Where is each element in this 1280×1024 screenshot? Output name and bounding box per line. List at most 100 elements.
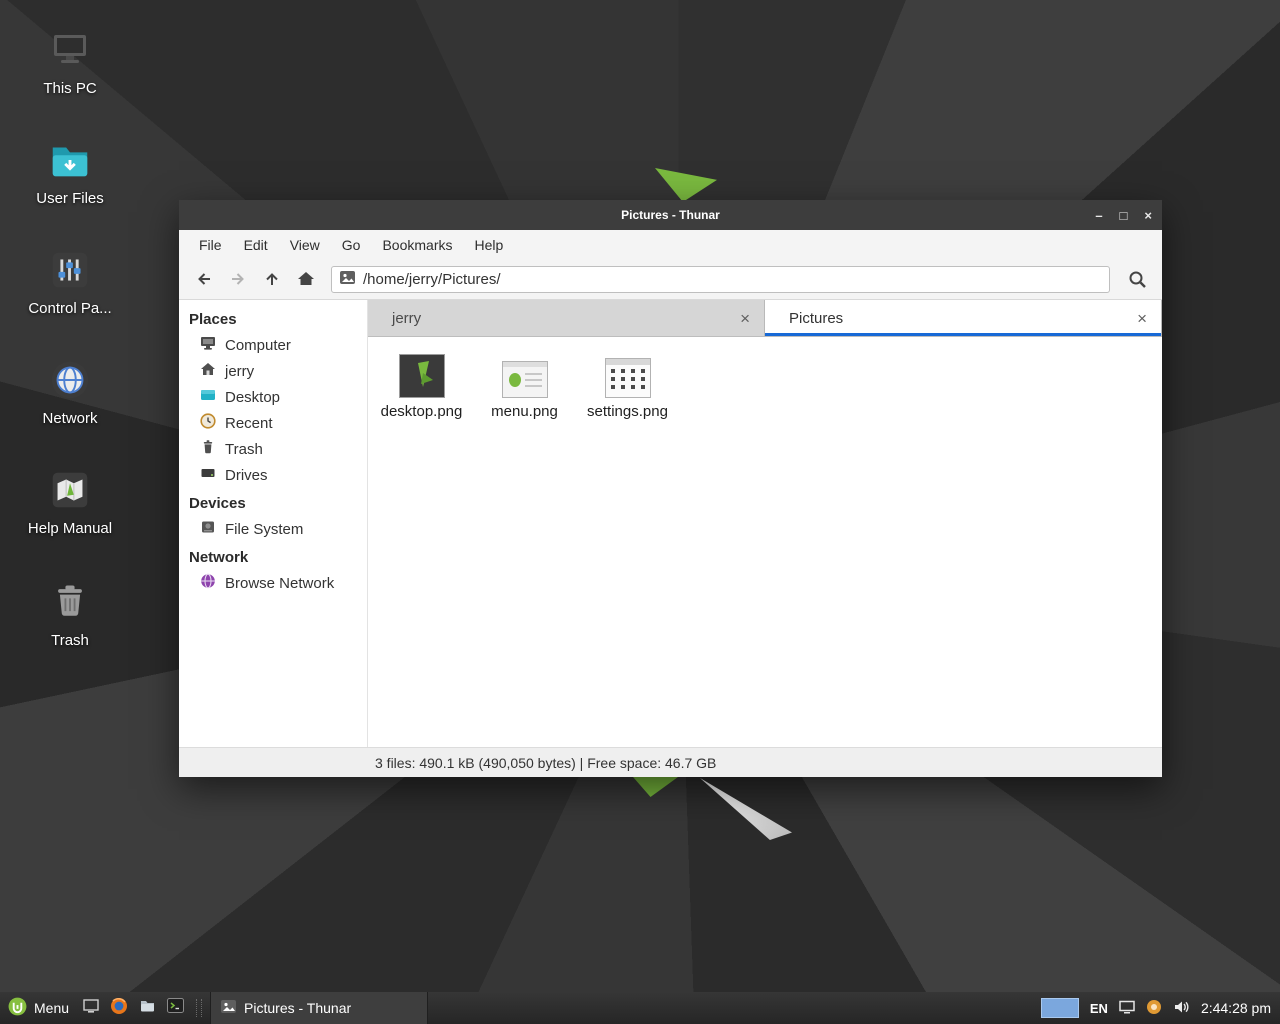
taskbar-separator (196, 999, 202, 1017)
back-button[interactable] (187, 264, 221, 294)
desktop-icon-help-manual[interactable]: Help Manual (22, 464, 118, 537)
search-icon[interactable] (1120, 264, 1154, 294)
sidebar-header-devices: Devices (179, 488, 367, 516)
control-panel-icon (22, 244, 118, 296)
sidebar-header-network: Network (179, 542, 367, 570)
tab-bar: jerry × Pictures × (368, 300, 1162, 337)
sidebar-item-home[interactable]: jerry (179, 358, 367, 384)
mint-logo-icon (8, 997, 27, 1019)
keyboard-layout-indicator[interactable]: EN (1090, 1001, 1108, 1016)
desktop-icon-trash[interactable]: Trash (22, 576, 118, 649)
taskbar-window-label: Pictures - Thunar (244, 1000, 351, 1016)
sidebar-item-label: Drives (225, 467, 268, 484)
window-title: Pictures - Thunar (621, 208, 720, 222)
thunar-window: Pictures - Thunar – □ × File Edit View G… (179, 200, 1162, 777)
sidebar-item-file-system[interactable]: File System (179, 516, 367, 542)
clock-icon (200, 413, 216, 433)
clock[interactable]: 2:44:28 pm (1201, 1000, 1271, 1016)
sidebar-header-places: Places (179, 304, 367, 332)
desktop-icon-label: Help Manual (22, 520, 118, 537)
desktop-icon-label: Trash (22, 632, 118, 649)
menu-go[interactable]: Go (331, 237, 372, 253)
menubar: File Edit View Go Bookmarks Help (179, 230, 1162, 259)
sidebar-item-label: Trash (225, 441, 263, 458)
image-thumbnail (576, 348, 679, 398)
sidebar-item-label: File System (225, 521, 303, 538)
menu-help[interactable]: Help (464, 237, 515, 253)
file-name: desktop.png (381, 403, 463, 420)
network-globe-icon (200, 573, 216, 593)
image-location-icon (340, 271, 355, 288)
menu-button-label: Menu (34, 1000, 69, 1016)
file-item-desktop-png[interactable]: desktop.png (370, 348, 473, 420)
window-titlebar[interactable]: Pictures - Thunar – □ × (179, 200, 1162, 230)
toolbar: /home/jerry/Pictures/ (179, 259, 1162, 300)
forward-button[interactable] (221, 264, 255, 294)
status-text: 3 files: 490.1 kB (490,050 bytes) | Free… (375, 755, 716, 771)
workspace-switcher[interactable] (1041, 998, 1079, 1018)
taskbar-window-button[interactable]: Pictures - Thunar (210, 992, 428, 1024)
menu-bookmarks[interactable]: Bookmarks (371, 237, 463, 253)
tab-pictures[interactable]: Pictures × (765, 300, 1162, 336)
taskbar: Menu Pictures - Thunar EN (0, 992, 1280, 1024)
menu-view[interactable]: View (279, 237, 331, 253)
trash-icon (200, 439, 216, 459)
display-icon[interactable] (1119, 1000, 1135, 1017)
file-manager-icon[interactable] (139, 997, 156, 1019)
desktop-icon-label: This PC (22, 80, 118, 97)
desktop-icon-label: Control Pa... (22, 300, 118, 317)
sidebar-item-label: jerry (225, 363, 254, 380)
home-button[interactable] (289, 264, 323, 294)
maximize-button[interactable]: □ (1120, 209, 1128, 222)
file-item-settings-png[interactable]: settings.png (576, 348, 679, 420)
path-text: /home/jerry/Pictures/ (363, 271, 501, 288)
desktop-icon-control-panel[interactable]: Control Pa... (22, 244, 118, 317)
desktop-icon-this-pc[interactable]: This PC (22, 24, 118, 97)
file-item-menu-png[interactable]: menu.png (473, 348, 576, 420)
path-bar[interactable]: /home/jerry/Pictures/ (331, 266, 1110, 293)
desktop-icon-user-files[interactable]: User Files (22, 134, 118, 207)
computer-icon (200, 335, 216, 355)
sidebar-item-recent[interactable]: Recent (179, 410, 367, 436)
hard-disk-icon (200, 519, 216, 539)
minimize-button[interactable]: – (1095, 209, 1102, 222)
sidebar-item-drives[interactable]: Drives (179, 462, 367, 488)
volume-icon[interactable] (1173, 999, 1190, 1018)
terminal-icon[interactable] (167, 998, 184, 1018)
up-button[interactable] (255, 264, 289, 294)
menu-file[interactable]: File (188, 237, 233, 253)
close-button[interactable]: × (1144, 209, 1152, 222)
update-manager-icon[interactable] (1146, 999, 1162, 1018)
tab-jerry[interactable]: jerry × (368, 300, 765, 336)
side-pane: Places Computer jerry Desktop Recent Tra… (179, 300, 368, 747)
sidebar-item-browse-network[interactable]: Browse Network (179, 570, 367, 596)
file-name: settings.png (587, 403, 668, 420)
file-name: menu.png (491, 403, 558, 420)
mint-logo-fragment (628, 777, 678, 797)
help-manual-icon (22, 464, 118, 516)
tab-close-icon[interactable]: × (738, 310, 752, 327)
home-icon (200, 361, 216, 381)
status-bar: 3 files: 490.1 kB (490,050 bytes) | Free… (179, 747, 1162, 777)
firefox-icon[interactable] (110, 997, 128, 1020)
file-list-view[interactable]: desktop.png menu.png settings.png (368, 337, 1162, 747)
sidebar-item-computer[interactable]: Computer (179, 332, 367, 358)
mint-logo-fragment (655, 168, 717, 202)
desktop-icon-label: Network (22, 410, 118, 427)
image-thumbnail (473, 348, 576, 398)
thunar-task-icon (221, 1000, 236, 1016)
desktop-folder-icon (200, 387, 216, 407)
menu-button[interactable]: Menu (0, 992, 79, 1024)
menu-edit[interactable]: Edit (233, 237, 279, 253)
sidebar-item-label: Computer (225, 337, 291, 354)
sidebar-item-desktop[interactable]: Desktop (179, 384, 367, 410)
desktop-icon-label: User Files (22, 190, 118, 207)
drive-icon (200, 465, 216, 485)
tab-close-icon[interactable]: × (1135, 310, 1149, 327)
image-thumbnail (370, 348, 473, 398)
sidebar-item-trash[interactable]: Trash (179, 436, 367, 462)
desktop-icon-network[interactable]: Network (22, 354, 118, 427)
tab-label: jerry (392, 310, 421, 327)
network-globe-icon (22, 354, 118, 406)
show-desktop-icon[interactable] (83, 998, 99, 1019)
